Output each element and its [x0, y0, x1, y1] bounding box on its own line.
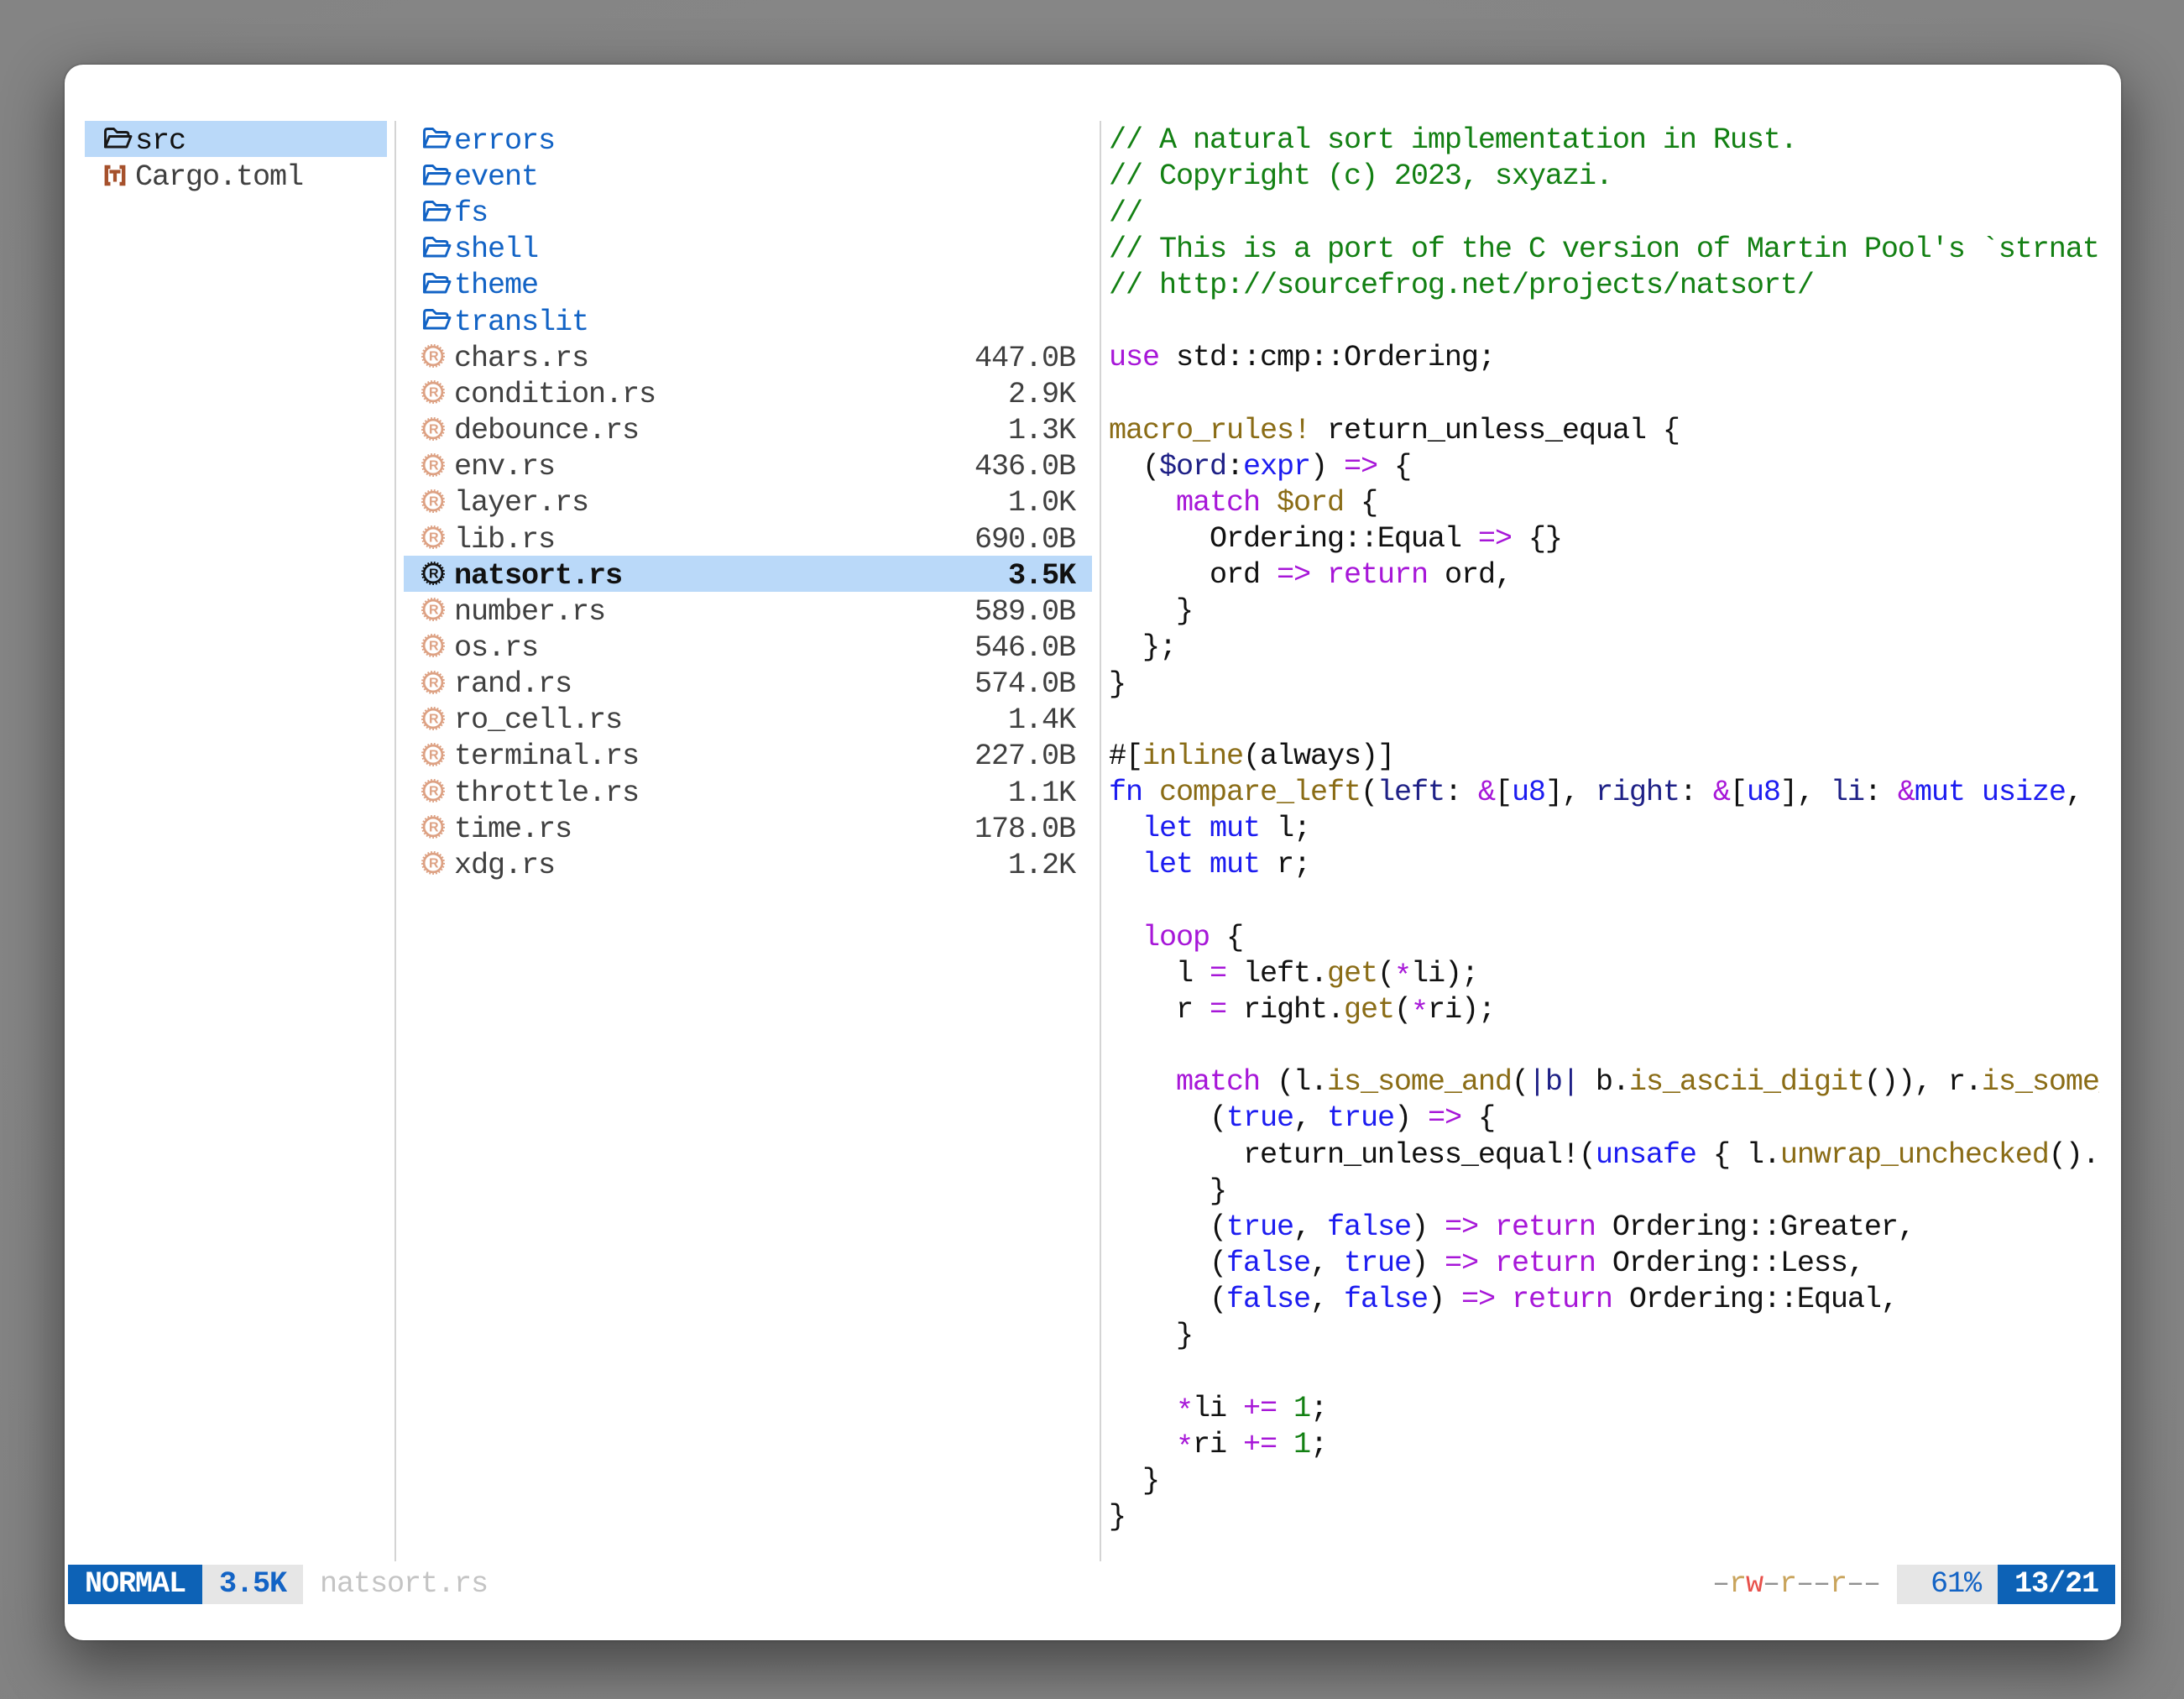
svg-text:R: R — [429, 640, 439, 654]
svg-text:R: R — [429, 422, 439, 437]
svg-text:R: R — [429, 350, 439, 364]
svg-text:R: R — [429, 676, 439, 690]
svg-text:R: R — [429, 857, 439, 871]
svg-text:R: R — [429, 712, 439, 726]
svg-text:R: R — [429, 567, 439, 582]
svg-text:R: R — [429, 386, 439, 400]
svg-text:R: R — [429, 821, 439, 835]
svg-text:R: R — [429, 604, 439, 618]
svg-text:R: R — [429, 531, 439, 546]
svg-text:R: R — [429, 785, 439, 799]
svg-text:R: R — [429, 749, 439, 763]
svg-text:R: R — [429, 494, 439, 509]
svg-text:R: R — [429, 458, 439, 473]
